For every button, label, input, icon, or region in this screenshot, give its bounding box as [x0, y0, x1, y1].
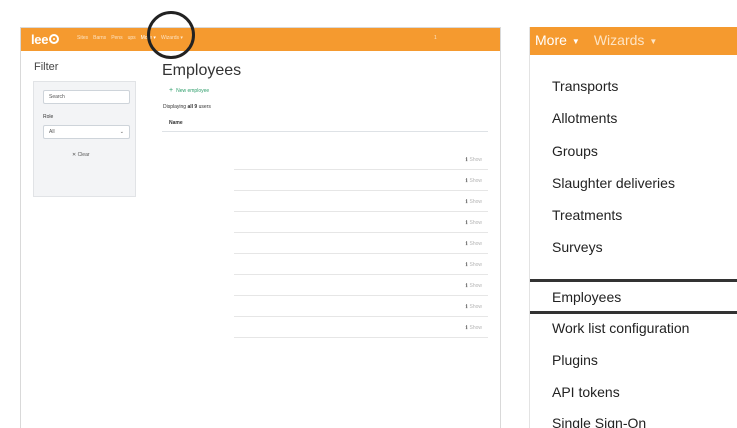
table-row: ℹ Show: [234, 149, 488, 170]
show-link[interactable]: ℹ Show: [466, 304, 482, 310]
show-link[interactable]: ℹ Show: [466, 199, 482, 205]
show-label: Show: [469, 220, 482, 226]
zoom-navbar: More ▼ Wizards ▼: [530, 27, 737, 55]
employees-page-screenshot: lee Sites Barns Pens ups More ▾ Wizards …: [20, 27, 501, 428]
nav-pens[interactable]: Pens: [111, 35, 122, 41]
info-icon: ℹ: [465, 304, 468, 310]
show-link[interactable]: ℹ Show: [466, 262, 482, 268]
table-row: ℹ Show: [234, 191, 488, 212]
show-link[interactable]: ℹ Show: [466, 157, 482, 163]
show-label: Show: [469, 262, 482, 268]
nav-sites[interactable]: Sites: [77, 35, 88, 41]
search-input[interactable]: Search: [43, 90, 130, 104]
zoom-more-toggle[interactable]: More ▼: [535, 32, 580, 48]
role-label: Role: [43, 114, 54, 120]
table-row: ℹ Show: [234, 233, 488, 254]
menu-item-treatments[interactable]: Treatments: [552, 207, 622, 223]
menu-item-single-sign-on[interactable]: Single Sign-On: [552, 415, 646, 428]
displaying-count: Displaying all 9 users: [163, 104, 211, 110]
info-icon: ℹ: [465, 199, 468, 205]
info-icon: ℹ: [465, 157, 468, 163]
nav-barns[interactable]: Barns: [93, 35, 106, 41]
zoom-wizards-label: Wizards: [593, 32, 645, 48]
info-icon: ℹ: [465, 241, 468, 247]
top-navbar: lee Sites Barns Pens ups More ▾ Wizards …: [21, 28, 500, 51]
show-label: Show: [469, 304, 482, 310]
caret-down-icon: ▼: [571, 36, 580, 46]
info-icon: ℹ: [465, 178, 468, 184]
plus-icon: +: [169, 87, 174, 94]
show-label: Show: [469, 157, 482, 163]
zoom-more-label: More: [535, 32, 567, 48]
table-row: ℹ Show: [234, 170, 488, 191]
role-select[interactable]: All ⌄: [43, 125, 130, 139]
column-header-name: Name: [169, 120, 183, 126]
displaying-prefix: Displaying: [163, 104, 188, 110]
new-employee-link[interactable]: + New employee: [169, 87, 209, 94]
table-row: ℹ Show: [234, 275, 488, 296]
show-link[interactable]: ℹ Show: [466, 283, 482, 289]
role-select-value: All: [49, 129, 55, 135]
highlight-box-annotation: [530, 279, 737, 314]
menu-item-groups[interactable]: Groups: [552, 143, 598, 159]
show-label: Show: [469, 241, 482, 247]
filter-title: Filter: [34, 61, 59, 73]
displaying-count-bold: all 9: [187, 104, 198, 110]
nav-groups[interactable]: ups: [128, 35, 136, 41]
menu-item-slaughter-deliveries[interactable]: Slaughter deliveries: [552, 175, 675, 191]
clear-button[interactable]: ✕ Clear: [72, 152, 90, 158]
highlight-circle-annotation: [147, 11, 195, 59]
displaying-suffix: users: [197, 104, 211, 110]
show-link[interactable]: ℹ Show: [466, 178, 482, 184]
logo[interactable]: lee: [31, 31, 60, 47]
show-link[interactable]: ℹ Show: [466, 241, 482, 247]
logo-mark-icon: [49, 34, 60, 44]
table-header-rule: [162, 131, 488, 132]
menu-item-transports[interactable]: Transports: [552, 78, 618, 94]
logo-text: lee: [31, 31, 49, 47]
table-row: ℹ Show: [234, 212, 488, 233]
table-row: ℹ Show: [234, 296, 488, 317]
zoom-nav: More ▼ Wizards ▼: [535, 32, 657, 48]
menu-item-plugins[interactable]: Plugins: [552, 352, 598, 368]
table-row: ℹ Show: [234, 254, 488, 275]
nav-user[interactable]: 1: [434, 35, 437, 41]
show-label: Show: [469, 199, 482, 205]
menu-item-allotments[interactable]: Allotments: [552, 110, 617, 126]
more-menu-zoom: More ▼ Wizards ▼ Transports Allotments Gro…: [529, 27, 737, 428]
show-label: Show: [469, 178, 482, 184]
info-icon: ℹ: [465, 283, 468, 289]
info-icon: ℹ: [465, 220, 468, 226]
info-icon: ℹ: [465, 262, 468, 268]
table-row: ℹ Show: [234, 317, 488, 338]
show-label: Show: [469, 283, 482, 289]
info-icon: ℹ: [465, 325, 468, 331]
caret-down-icon: ▼: [649, 36, 658, 46]
zoom-wizards-toggle[interactable]: Wizards ▼: [594, 32, 657, 48]
menu-item-surveys[interactable]: Surveys: [552, 239, 603, 255]
show-link[interactable]: ℹ Show: [466, 220, 482, 226]
chevron-down-icon: ⌄: [119, 129, 124, 135]
show-link[interactable]: ℹ Show: [466, 325, 482, 331]
new-employee-label: New employee: [176, 88, 210, 94]
filter-panel: Search Role All ⌄ ✕ Clear: [33, 81, 136, 197]
menu-item-work-list-configuration[interactable]: Work list configuration: [552, 320, 689, 336]
menu-item-api-tokens[interactable]: API tokens: [552, 384, 620, 400]
page-title: Employees: [162, 62, 242, 79]
show-label: Show: [469, 325, 482, 331]
